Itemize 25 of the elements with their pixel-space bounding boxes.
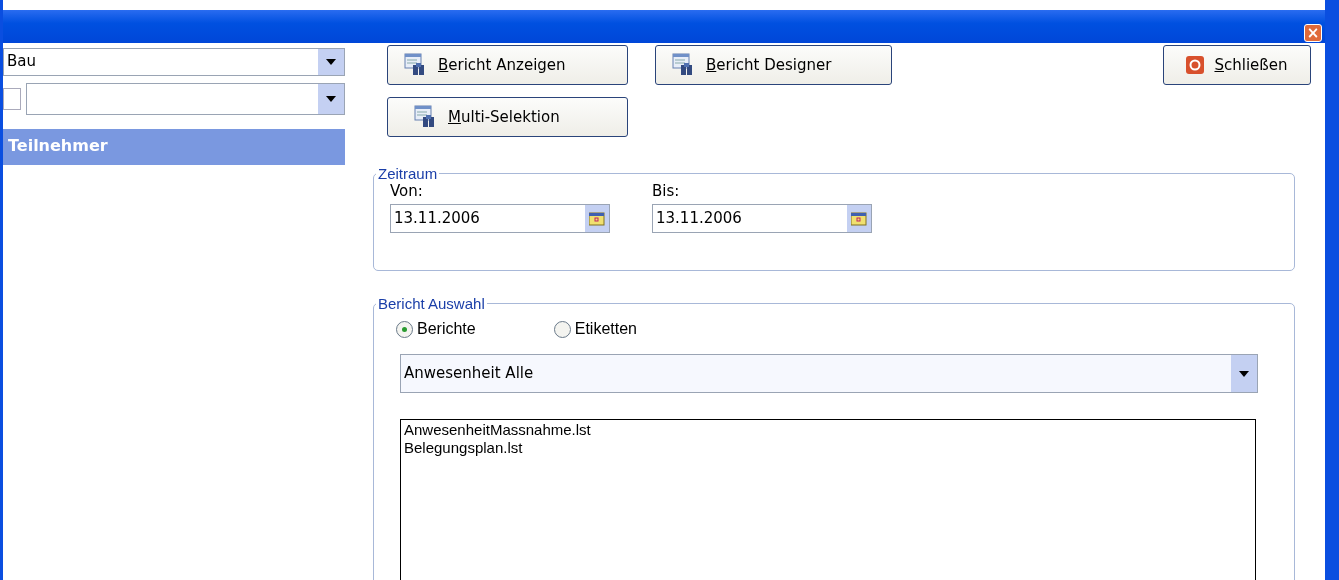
list-item[interactable]: AnwesenheitMassnahme.lst (404, 421, 1252, 439)
checkbox[interactable] (3, 88, 21, 110)
dropdown[interactable]: Bau (3, 48, 345, 76)
report-dropdown[interactable]: Anwesenheit Alle (400, 354, 1258, 393)
field-label: Bis: (652, 182, 681, 200)
date-field[interactable]: 13.11.2006 (390, 204, 610, 233)
dropdown[interactable] (26, 83, 345, 115)
radio-button[interactable] (553, 320, 571, 338)
report-button[interactable]: Bericht Anzeigen (387, 45, 628, 85)
close-dialog-button[interactable]: Schließen (1163, 45, 1311, 85)
power-icon (1186, 56, 1205, 74)
report-button[interactable]: Bericht Designer (655, 45, 892, 85)
radio-option[interactable]: Etiketten (553, 320, 637, 338)
group-title: Zeitraum (377, 165, 439, 182)
field-label: Von: (390, 182, 424, 200)
calendar-icon (589, 211, 605, 226)
radio-label: Etiketten (574, 320, 637, 338)
radio-button[interactable] (396, 320, 413, 338)
report-button[interactable]: Multi-Selektion (387, 97, 628, 137)
radio-label: Berichte (417, 320, 476, 338)
group-title: Bericht Auswahl (377, 295, 486, 312)
calendar-icon (851, 211, 867, 226)
date-field[interactable]: 13.11.2006 (652, 204, 872, 233)
list-item[interactable]: Belegungsplan.lst (404, 439, 1252, 457)
radio-option[interactable]: Berichte (396, 320, 476, 338)
